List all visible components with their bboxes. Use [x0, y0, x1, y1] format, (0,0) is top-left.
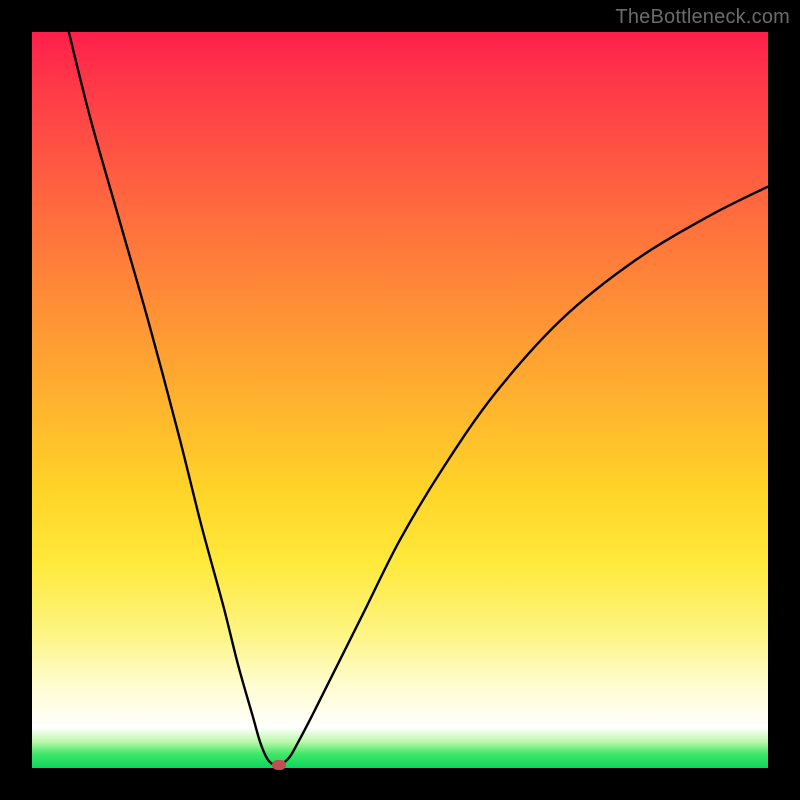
attribution-label: TheBottleneck.com — [615, 6, 790, 29]
plot-area — [32, 32, 768, 768]
minimum-marker — [272, 760, 286, 770]
bottleneck-curve — [32, 32, 768, 768]
chart-frame: TheBottleneck.com — [0, 0, 800, 800]
